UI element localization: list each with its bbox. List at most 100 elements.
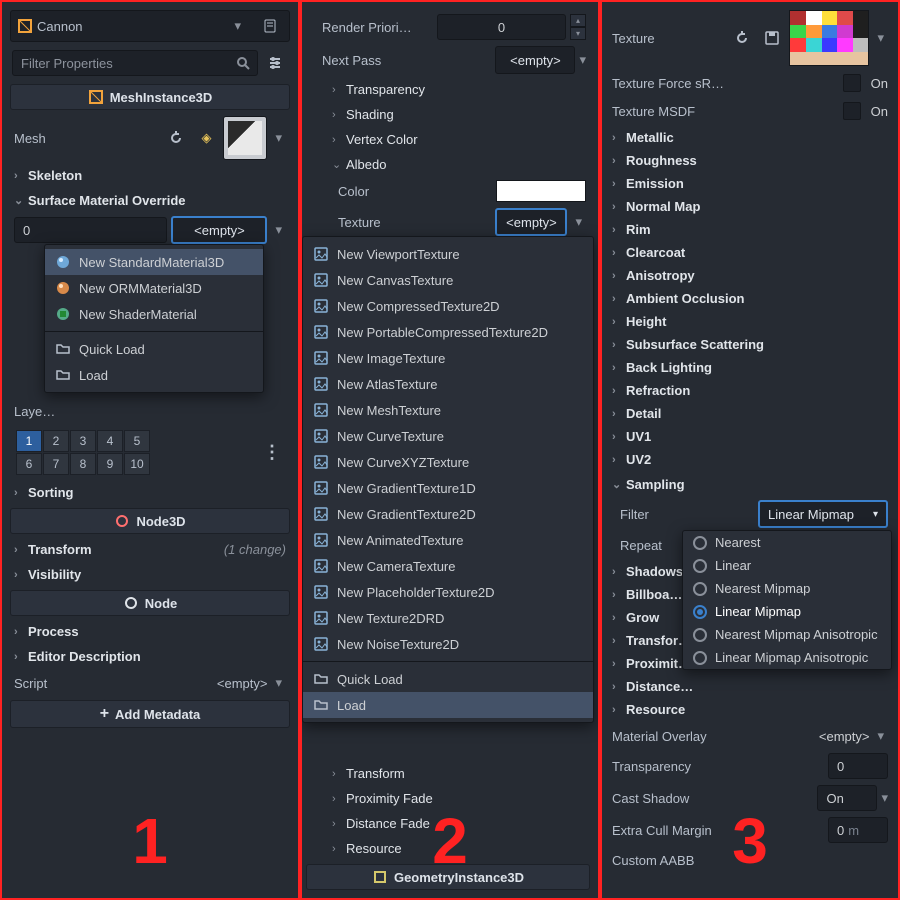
add-metadata-button[interactable]: + Add Metadata xyxy=(10,700,290,728)
menu-item-texture[interactable]: New CompressedTexture2D xyxy=(303,293,593,319)
section-emission[interactable]: ›Emission xyxy=(606,172,894,195)
more-icon[interactable]: ⋮ xyxy=(263,442,282,463)
revert-icon[interactable] xyxy=(729,25,755,51)
chevron-down-icon[interactable]: ▾ xyxy=(881,790,888,806)
menu-item-texture[interactable]: New PlaceholderTexture2D xyxy=(303,579,593,605)
next-pass-dropdown[interactable]: <empty> xyxy=(495,46,575,74)
section-roughness[interactable]: ›Roughness xyxy=(606,149,894,172)
chevron-down-icon[interactable]: ▾ xyxy=(271,130,286,146)
section-uv2[interactable]: ›UV2 xyxy=(606,448,894,471)
filter-dropdown[interactable]: Linear Mipmap ▾ xyxy=(758,500,888,528)
layer-cell[interactable]: 3 xyxy=(70,430,96,452)
filter-option[interactable]: Nearest Mipmap xyxy=(683,577,891,600)
material-overlay-value[interactable]: <empty> xyxy=(819,729,870,744)
section-proximity-fade[interactable]: ›Proximity Fade xyxy=(316,787,592,810)
extra-cull-field[interactable]: 0 m xyxy=(828,817,888,843)
menu-quick-load[interactable]: Quick Load xyxy=(303,666,593,692)
filter-option[interactable]: Nearest Mipmap Anisotropic xyxy=(683,623,891,646)
section-resource[interactable]: ›Resource xyxy=(316,837,592,860)
menu-new-orm-material[interactable]: New ORMMaterial3D xyxy=(45,275,263,301)
section-subsurface-scattering[interactable]: ›Subsurface Scattering xyxy=(606,333,894,356)
layer-cell[interactable]: 4 xyxy=(97,430,123,452)
section-uv1[interactable]: ›UV1 xyxy=(606,425,894,448)
color-picker[interactable] xyxy=(496,180,586,202)
menu-item-texture[interactable]: New AnimatedTexture xyxy=(303,527,593,553)
texture-preview[interactable] xyxy=(789,10,869,66)
section-transform[interactable]: ›Transform xyxy=(316,762,592,785)
filter-option[interactable]: Nearest xyxy=(683,531,891,554)
menu-item-texture[interactable]: New PortableCompressedTexture2D xyxy=(303,319,593,345)
menu-item-texture[interactable]: New ViewportTexture xyxy=(303,241,593,267)
force-srgb-checkbox[interactable] xyxy=(843,74,861,92)
filter-option[interactable]: Linear xyxy=(683,554,891,577)
settings-icon[interactable] xyxy=(262,50,288,76)
menu-load[interactable]: Load xyxy=(303,692,593,718)
class-header-node3d[interactable]: Node3D xyxy=(10,508,290,534)
menu-item-texture[interactable]: New CameraTexture xyxy=(303,553,593,579)
section-visibility[interactable]: › Visibility xyxy=(8,563,292,586)
section-refraction[interactable]: ›Refraction xyxy=(606,379,894,402)
section-geometry[interactable]: ›Geometry xyxy=(310,894,592,900)
section-editor-description[interactable]: › Editor Description xyxy=(8,645,292,668)
menu-item-texture[interactable]: New CurveXYZTexture xyxy=(303,449,593,475)
section-normal-map[interactable]: ›Normal Map xyxy=(606,195,894,218)
section-resource[interactable]: ›Resource xyxy=(606,698,894,721)
section-sorting[interactable]: › Sorting xyxy=(8,481,292,504)
transparency-field[interactable]: 0 xyxy=(828,753,888,779)
menu-new-standard-material[interactable]: New StandardMaterial3D xyxy=(45,249,263,275)
section-metallic[interactable]: ›Metallic xyxy=(606,126,894,149)
chevron-down-icon[interactable]: ▾ xyxy=(571,214,586,230)
layer-cell[interactable]: 9 xyxy=(97,453,123,475)
spinner-buttons[interactable]: ▴ ▾ xyxy=(570,14,586,40)
class-header-geometryinstance3d[interactable]: GeometryInstance3D xyxy=(306,864,590,890)
render-priority-field[interactable]: 0 xyxy=(437,14,566,40)
layer-cell[interactable]: 1 xyxy=(16,430,42,452)
menu-item-texture[interactable]: New MeshTexture xyxy=(303,397,593,423)
section-sampling[interactable]: ⌄Sampling xyxy=(606,473,894,496)
menu-item-texture[interactable]: New Texture2DRD xyxy=(303,605,593,631)
section-distance-fade[interactable]: ›Distance Fade xyxy=(316,812,592,835)
docs-icon[interactable] xyxy=(257,13,283,39)
menu-load[interactable]: Load xyxy=(45,362,263,388)
section-surface-material-override[interactable]: ⌄ Surface Material Override xyxy=(8,189,292,212)
menu-item-texture[interactable]: New NoiseTexture2D xyxy=(303,631,593,657)
chevron-down-icon[interactable]: ▾ xyxy=(873,728,888,744)
section-shading[interactable]: ›Shading xyxy=(316,103,592,126)
class-header-meshinstance3d[interactable]: MeshInstance3D xyxy=(10,84,290,110)
albedo-texture-dropdown[interactable]: <empty> xyxy=(495,208,567,236)
layer-cell[interactable]: 6 xyxy=(16,453,42,475)
section-clearcoat[interactable]: ›Clearcoat xyxy=(606,241,894,264)
section-detail[interactable]: ›Detail xyxy=(606,402,894,425)
class-header-node[interactable]: Node xyxy=(10,590,290,616)
section-rim[interactable]: ›Rim xyxy=(606,218,894,241)
layer-cell[interactable]: 7 xyxy=(43,453,69,475)
filter-input[interactable]: Filter Properties xyxy=(12,50,258,76)
filter-option[interactable]: Linear Mipmap xyxy=(683,600,891,623)
section-height[interactable]: ›Height xyxy=(606,310,894,333)
layer-cell[interactable]: 2 xyxy=(43,430,69,452)
material-slot-dropdown[interactable]: <empty> xyxy=(171,216,267,244)
script-value[interactable]: <empty> xyxy=(217,676,268,691)
section-vertex-color[interactable]: ›Vertex Color xyxy=(316,128,592,151)
mesh-thumbnail[interactable] xyxy=(223,116,267,160)
menu-item-texture[interactable]: New AtlasTexture xyxy=(303,371,593,397)
key-icon[interactable]: ◈ xyxy=(193,125,219,151)
cast-shadow-dropdown[interactable]: On xyxy=(817,785,877,811)
section-albedo[interactable]: ⌄Albedo xyxy=(316,153,592,176)
layer-cell[interactable]: 5 xyxy=(124,430,150,452)
menu-new-shader-material[interactable]: New ShaderMaterial xyxy=(45,301,263,327)
menu-item-texture[interactable]: New GradientTexture2D xyxy=(303,501,593,527)
layer-cell[interactable]: 10 xyxy=(124,453,150,475)
layer-cell[interactable]: 8 xyxy=(70,453,96,475)
section-distance[interactable]: ›Distance… xyxy=(606,675,894,698)
menu-item-texture[interactable]: New ImageTexture xyxy=(303,345,593,371)
revert-icon[interactable] xyxy=(163,125,189,151)
spinner-up-icon[interactable]: ▴ xyxy=(570,14,586,27)
filter-option[interactable]: Linear Mipmap Anisotropic xyxy=(683,646,891,669)
chevron-down-icon[interactable]: ▾ xyxy=(873,30,888,46)
section-process[interactable]: › Process xyxy=(8,620,292,643)
menu-item-texture[interactable]: New CurveTexture xyxy=(303,423,593,449)
chevron-down-icon[interactable]: ▾ xyxy=(271,675,286,691)
object-selector[interactable]: Cannon ▾ xyxy=(10,10,290,42)
section-transform[interactable]: › Transform (1 change) xyxy=(8,538,292,561)
